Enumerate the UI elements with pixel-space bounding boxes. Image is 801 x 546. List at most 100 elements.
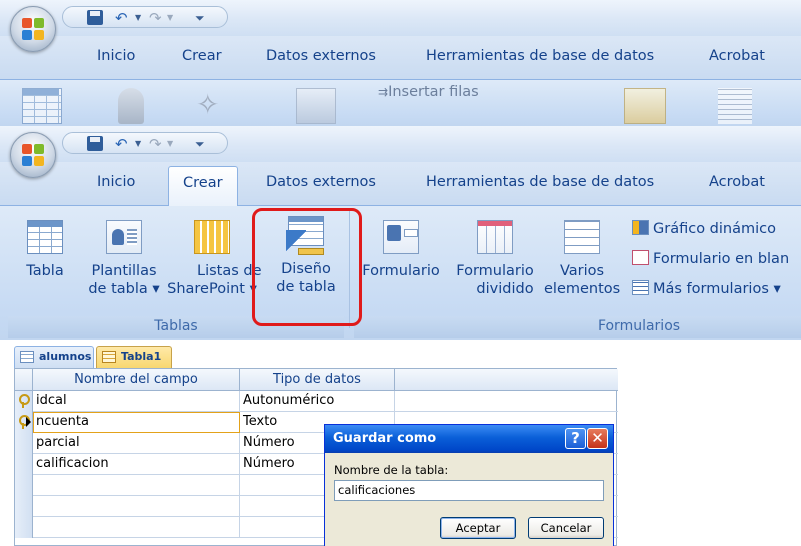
- office-button[interactable]: [10, 6, 56, 52]
- ribbon-tab-row: Inicio Crear Datos externos Herramientas…: [0, 162, 801, 207]
- table-templates-icon: [106, 220, 142, 254]
- bg-tab-acrobat[interactable]: Acrobat: [709, 48, 765, 64]
- mas-formularios-label: Más formularios ▾: [653, 281, 781, 297]
- redo-icon[interactable]: ↷: [149, 135, 162, 153]
- customize-toolbar-icon[interactable]: ⏷: [195, 135, 205, 153]
- highlight-box: [252, 208, 362, 326]
- grafico-dinamico-button[interactable]: Gráfico dinámico: [632, 220, 776, 237]
- undo-icon[interactable]: ↶: [115, 9, 128, 27]
- formulario-dividido-label: Formulario: [456, 263, 534, 279]
- table-row[interactable]: idcal Autonumérico: [15, 391, 618, 412]
- row-selector[interactable]: [15, 496, 33, 517]
- property-sheet-icon: [624, 88, 666, 124]
- tab-herramientas-base-datos[interactable]: Herramientas de base de datos: [426, 174, 654, 190]
- plantillas-label: Plantillas: [91, 263, 157, 279]
- indexes-icon: [718, 88, 752, 124]
- plantillas-de-tabla-button[interactable]: Plantillas de tabla ▾: [84, 220, 164, 298]
- row-selector[interactable]: [15, 433, 33, 454]
- bg-tab-inicio[interactable]: Inicio: [97, 48, 135, 64]
- guardar-como-dialog: Guardar como ? ✕ Nombre de la tabla: cal…: [324, 424, 614, 546]
- office-logo-icon: [22, 144, 44, 166]
- varios-elementos-button[interactable]: Varios elementos: [544, 220, 620, 298]
- tab-acrobat[interactable]: Acrobat: [709, 174, 765, 190]
- formulario-blanco-label: Formulario en blan: [653, 251, 790, 267]
- field-name-cell[interactable]: [33, 517, 240, 538]
- header-tipo-de-datos: Tipo de datos: [240, 369, 395, 391]
- field-name-cell[interactable]: idcal: [33, 391, 240, 412]
- undo-dropdown-icon[interactable]: ▼: [135, 9, 141, 27]
- split-form-icon: [477, 220, 513, 254]
- field-name-cell[interactable]: [33, 475, 240, 496]
- field-name-cell[interactable]: [33, 496, 240, 517]
- redo-dropdown-icon[interactable]: ▼: [167, 135, 173, 153]
- aceptar-button[interactable]: Aceptar: [440, 517, 516, 539]
- title-bar-2: ↶ ▼ ↷ ▼ ⏷: [0, 126, 801, 162]
- listas-sharepoint-button[interactable]: Listas de SharePoint ▾: [167, 220, 262, 298]
- office-logo-icon: [22, 18, 44, 40]
- table-name-input[interactable]: calificaciones: [334, 480, 604, 501]
- listas-label: Listas de: [197, 263, 262, 279]
- header-descripcion: [395, 369, 618, 391]
- insert-rows-icon: ⇉: [378, 85, 389, 99]
- tab-crear[interactable]: Crear: [168, 166, 238, 207]
- doc-tab-alumnos[interactable]: alumnos: [14, 346, 94, 368]
- table-name-label: Nombre de la tabla:: [334, 463, 449, 477]
- save-icon[interactable]: [87, 10, 103, 25]
- data-type-cell[interactable]: Autonumérico: [240, 391, 395, 412]
- tabla-label: Tabla: [26, 263, 64, 279]
- table-icon: [27, 220, 63, 254]
- plantillas-label-2: de tabla ▾: [88, 281, 160, 297]
- blank-form-icon: [632, 250, 649, 265]
- background-tab-row: Inicio Crear Datos externos Herramientas…: [0, 36, 801, 80]
- pivot-chart-icon: [632, 220, 649, 235]
- bg-tab-herramientas[interactable]: Herramientas de base de datos: [426, 48, 654, 64]
- row-selector[interactable]: [15, 517, 33, 538]
- bg-tab-crear[interactable]: Crear: [182, 48, 222, 64]
- formulario-label: Formulario: [362, 263, 440, 279]
- table-icon: [20, 351, 34, 363]
- field-name-cell[interactable]: parcial: [33, 433, 240, 454]
- row-selector[interactable]: [15, 391, 33, 412]
- background-ribbon-body: ✧ ⇉Insertar filas: [0, 80, 801, 126]
- dialog-title: Guardar como: [333, 431, 437, 446]
- formulario-en-blanco-button[interactable]: Formulario en blan: [632, 250, 789, 267]
- grid-corner: [15, 369, 33, 391]
- header-nombre-del-campo: Nombre del campo: [33, 369, 240, 391]
- redo-icon[interactable]: ↷: [149, 9, 162, 27]
- formulario-button[interactable]: Formulario: [358, 220, 444, 280]
- tabla-button[interactable]: Tabla: [20, 220, 70, 280]
- row-selector[interactable]: [15, 412, 33, 433]
- formulario-dividido-label-2: dividido: [476, 281, 534, 297]
- undo-dropdown-icon[interactable]: ▼: [135, 135, 141, 153]
- primary-key-icon: [19, 394, 30, 408]
- dialog-title-bar: Guardar como ? ✕: [325, 425, 613, 453]
- primary-key-icon: [118, 88, 144, 124]
- tab-datos-externos[interactable]: Datos externos: [266, 174, 376, 190]
- main-ribbon: ↶ ▼ ↷ ▼ ⏷ Inicio Crear Datos externos He…: [0, 126, 801, 340]
- doc-tab-tabla1[interactable]: Tabla1: [96, 346, 172, 368]
- formulario-dividido-button[interactable]: Formulario dividido: [452, 220, 538, 298]
- row-selector[interactable]: [15, 454, 33, 475]
- cancelar-button[interactable]: Cancelar: [528, 517, 604, 539]
- table-icon: [102, 351, 116, 363]
- help-icon[interactable]: ?: [565, 428, 586, 449]
- close-icon[interactable]: ✕: [587, 428, 608, 449]
- grafico-label: Gráfico dinámico: [653, 221, 776, 237]
- redo-dropdown-icon[interactable]: ▼: [167, 9, 173, 27]
- background-ribbon: ↶ ▼ ↷ ▼ ⏷ Inicio Crear Datos externos He…: [0, 0, 801, 126]
- office-button-2[interactable]: [10, 132, 56, 178]
- ribbon-body: Tabla Plantillas de tabla ▾ Listas de Sh…: [0, 206, 801, 340]
- save-icon[interactable]: [87, 136, 103, 151]
- bg-tab-datos-externos[interactable]: Datos externos: [266, 48, 376, 64]
- field-name-cell[interactable]: calificacion: [33, 454, 240, 475]
- mas-formularios-button[interactable]: Más formularios ▾: [632, 280, 781, 297]
- more-forms-icon: [632, 280, 649, 295]
- current-row-arrow-icon: [26, 417, 31, 427]
- field-name-cell[interactable]: ncuenta: [33, 412, 240, 433]
- insert-rows-button: ⇉Insertar filas: [378, 84, 479, 100]
- undo-icon[interactable]: ↶: [115, 135, 128, 153]
- tab-inicio[interactable]: Inicio: [97, 174, 135, 190]
- customize-toolbar-icon[interactable]: ⏷: [195, 9, 205, 27]
- listas-label-2: SharePoint ▾: [167, 281, 257, 297]
- row-selector[interactable]: [15, 475, 33, 496]
